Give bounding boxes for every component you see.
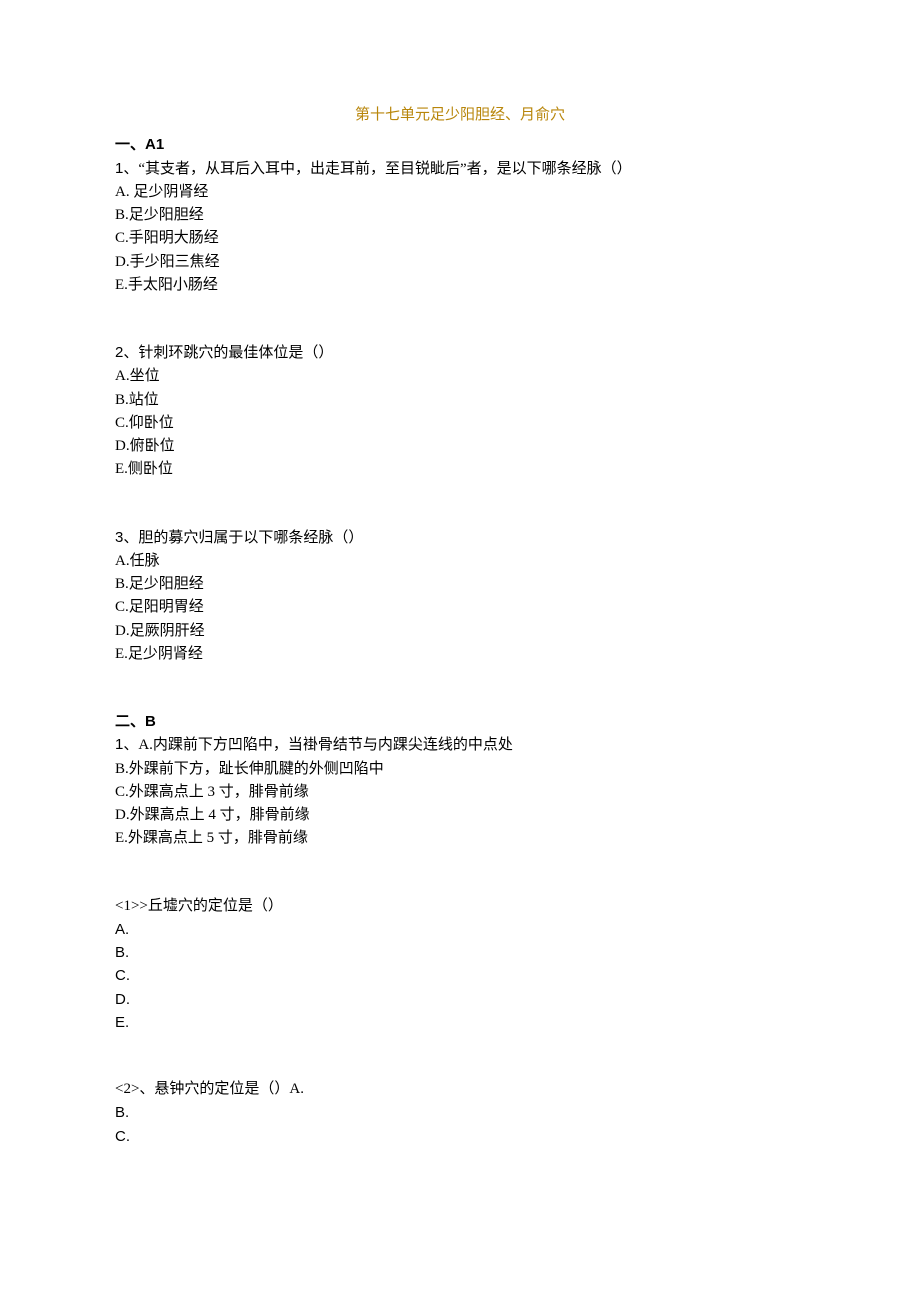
option-b: B.足少阳胆经 (115, 573, 805, 596)
shared-d: D.外踝高点上 4 寸，腓骨前缘 (115, 804, 805, 827)
stem-prefix: 2、 (115, 344, 138, 361)
page-title: 第十七单元足少阳胆经、月俞穴 (115, 104, 805, 127)
question-b-shared: 1、A.内踝前下方凹陷中，当褂骨结节与内踝尖连线的中点处 B.外踝前下方，趾长伸… (115, 733, 805, 850)
option-e: E.侧卧位 (115, 458, 805, 481)
option-e: E.足少阴肾经 (115, 643, 805, 666)
option-d: D.足厥阴肝经 (115, 620, 805, 643)
option-e: E.手太阳小肠经 (115, 274, 805, 297)
shared-b: B.外踝前下方，趾长伸肌腱的外侧凹陷中 (115, 758, 805, 781)
option-c: C.仰卧位 (115, 412, 805, 435)
option-c: C.手阳明大肠经 (115, 227, 805, 250)
question-stem: 2、针刺环跳穴的最佳体位是（） (115, 341, 805, 365)
option-d: D.手少阳三焦经 (115, 251, 805, 274)
option-c: C.足阳明胃经 (115, 596, 805, 619)
opt-text: A.内踝前下方凹陷中，当褂骨结节与内踝尖连线的中点处 (138, 737, 513, 753)
section-a1-heading: 一、A1 (115, 133, 805, 156)
shared-e: E.外踝高点上 5 寸，腓骨前缘 (115, 827, 805, 850)
stem-prefix: 1、 (115, 736, 138, 753)
stem-text: 胆的募穴归属于以下哪条经脉（） (138, 530, 363, 546)
option-c: C. (115, 964, 805, 987)
option-b: B. (115, 941, 805, 964)
option-b: B.站位 (115, 389, 805, 412)
option-a: A. (115, 918, 805, 941)
question-a1-3: 3、胆的募穴归属于以下哪条经脉（） A.任脉 B.足少阳胆经 C.足阳明胃经 D… (115, 526, 805, 667)
option-b: B. (115, 1101, 805, 1124)
question-a1-1: 1、“其支者，从耳后入耳中，出走耳前，至目锐眦后”者，是以下哪条经脉（） A. … (115, 157, 805, 298)
section-b-heading: 二、B (115, 710, 805, 733)
stem-text: “其支者，从耳后入耳中，出走耳前，至目锐眦后”者，是以下哪条经脉（） (138, 161, 631, 177)
option-b: B.足少阳胆经 (115, 204, 805, 227)
shared-c: C.外踝高点上 3 寸，腓骨前缘 (115, 781, 805, 804)
option-a: A. 足少阴肾经 (115, 181, 805, 204)
question-b-sub2: <2>、悬钟穴的定位是（）A. B. C. (115, 1078, 805, 1148)
sub-stem: <1>>丘墟穴的定位是（） (115, 895, 805, 918)
option-a: A.坐位 (115, 365, 805, 388)
stem-prefix: 3、 (115, 529, 138, 546)
shared-a: 1、A.内踝前下方凹陷中，当褂骨结节与内踝尖连线的中点处 (115, 733, 805, 757)
stem-prefix: 1、 (115, 160, 138, 177)
question-b-sub1: <1>>丘墟穴的定位是（） A. B. C. D. E. (115, 895, 805, 1035)
question-stem: 1、“其支者，从耳后入耳中，出走耳前，至目锐眦后”者，是以下哪条经脉（） (115, 157, 805, 181)
stem-text: 针刺环跳穴的最佳体位是（） (138, 345, 333, 361)
sub-stem: <2>、悬钟穴的定位是（）A. (115, 1078, 805, 1101)
option-d: D. (115, 988, 805, 1011)
option-e: E. (115, 1011, 805, 1034)
question-stem: 3、胆的募穴归属于以下哪条经脉（） (115, 526, 805, 550)
option-d: D.俯卧位 (115, 435, 805, 458)
question-a1-2: 2、针刺环跳穴的最佳体位是（） A.坐位 B.站位 C.仰卧位 D.俯卧位 E.… (115, 341, 805, 482)
option-c: C. (115, 1125, 805, 1148)
option-a: A.任脉 (115, 550, 805, 573)
